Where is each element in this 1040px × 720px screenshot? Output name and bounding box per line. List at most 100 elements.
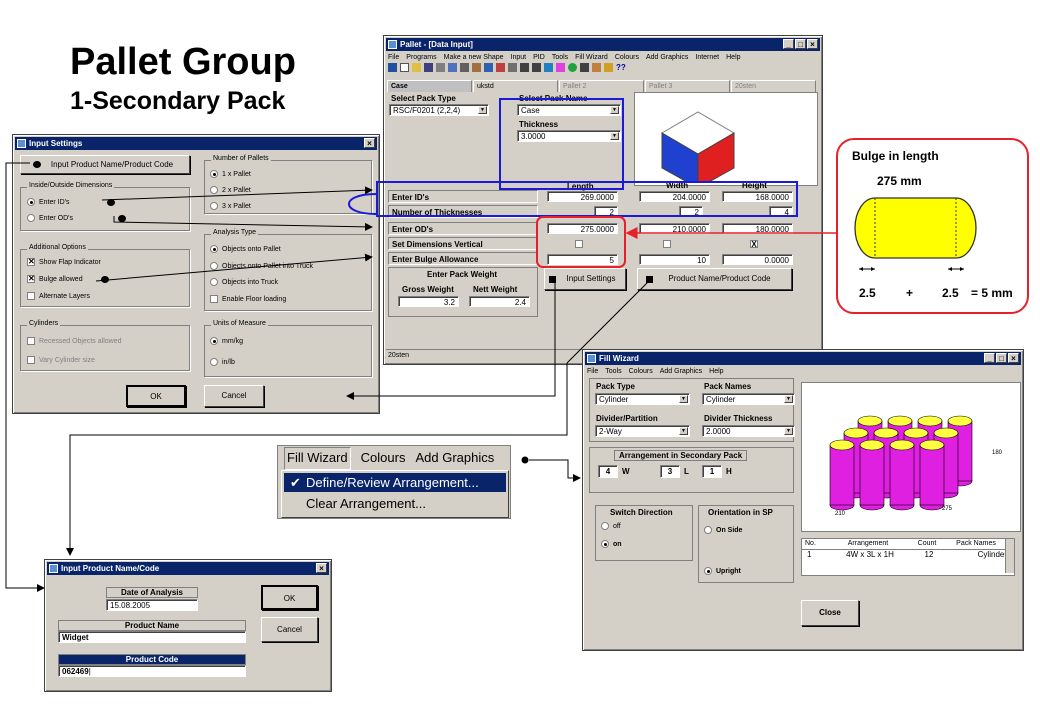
toolbar-save-icon[interactable] [424, 63, 433, 72]
tab-pallet-2[interactable]: Pallet 2 [559, 80, 644, 92]
l-count-input[interactable]: 3 [660, 465, 680, 478]
table-row[interactable]: 1 4W x 3L x 1H 12 Cylinder [802, 550, 1014, 560]
cancel-button[interactable]: Cancel [204, 385, 264, 407]
menu-help[interactable]: Help [709, 366, 723, 377]
gross-weight-input[interactable]: 3.2 [398, 296, 459, 307]
switch-on-radio[interactable]: on [601, 540, 622, 549]
pack-type-select[interactable]: Cylinder ▼ [595, 393, 690, 405]
pack-names-select[interactable]: Cylinder ▼ [702, 393, 795, 405]
toolbar-wizard-icon[interactable] [544, 63, 553, 72]
id-width-input[interactable]: 204.0000 [639, 191, 710, 202]
pack-type-select[interactable]: RSC/F0201 (2,2,4) ▼ [389, 104, 489, 116]
table-scrollbar[interactable] [1005, 539, 1014, 573]
product-code-input[interactable]: 062469| [58, 665, 246, 677]
menu-add-graphics[interactable]: Add Graphics [660, 366, 702, 377]
toolbar-cyl-icon[interactable] [556, 63, 565, 72]
menu-fill-wizard[interactable]: Fill Wizard [575, 52, 608, 63]
toolbar-person-icon[interactable] [592, 63, 601, 72]
menu-file[interactable]: File [587, 366, 598, 377]
objects-truck-radio[interactable]: Objects into Truck [210, 278, 278, 287]
menu-pid[interactable]: PID [533, 52, 545, 63]
menu-colours[interactable]: Colours [615, 52, 639, 63]
od-width-input[interactable]: 210.0000 [639, 223, 710, 234]
vertical-width-checkbox[interactable] [663, 240, 671, 248]
thick-height-input[interactable]: 4 [769, 206, 793, 217]
toolbar-pattern-icon[interactable] [484, 63, 493, 72]
floor-loading-checkbox[interactable]: Enable Floor loading [210, 295, 286, 304]
product-name-input[interactable]: Widget [58, 631, 246, 643]
menu-help[interactable]: Help [726, 52, 740, 63]
menu-new-shape[interactable]: Make a new Shape [444, 52, 504, 63]
menu-internet[interactable]: Internet [695, 52, 719, 63]
id-height-input[interactable]: 168.0000 [722, 191, 793, 202]
objects-pallet-truck-radio[interactable]: Objects onto Pallet into Truck [210, 262, 313, 271]
h-count-input[interactable]: 1 [702, 465, 722, 478]
menu-input[interactable]: Input [511, 52, 527, 63]
menu-add-graphics[interactable]: Add Graphics [415, 446, 494, 470]
toolbar-print-icon[interactable] [436, 63, 445, 72]
close-button[interactable]: × [1008, 353, 1019, 363]
menu-file[interactable]: File [388, 52, 399, 63]
minimize-button[interactable]: _ [984, 353, 995, 363]
input-settings-button[interactable]: Input Settings [544, 268, 626, 290]
bulge-length-input[interactable]: 5 [547, 254, 618, 265]
toolbar-grid-icon[interactable] [448, 63, 457, 72]
pallet-1-radio[interactable]: 1 x Pallet [210, 170, 251, 179]
menu-programs[interactable]: Programs [406, 52, 436, 63]
divider-select[interactable]: 2-Way ▼ [595, 425, 690, 437]
thick-length-input[interactable]: 2 [594, 206, 618, 217]
bulge-width-input[interactable]: 10 [639, 254, 710, 265]
menu-colours[interactable]: Colours [361, 446, 406, 470]
cancel-button[interactable]: Cancel [261, 617, 318, 642]
mm-kg-radio[interactable]: mm/kg [210, 337, 243, 346]
upright-radio[interactable]: Upright [704, 567, 741, 576]
pack-name-select[interactable]: Case ▼ [517, 104, 621, 116]
alternate-layers-checkbox[interactable]: Alternate Layers [27, 292, 90, 301]
recessed-checkbox[interactable]: Recessed Objects allowed [27, 337, 122, 346]
maximize-button[interactable]: □ [996, 353, 1007, 363]
clear-arrangement-item[interactable]: Clear Arrangement... [284, 494, 506, 513]
close-button[interactable]: × [316, 563, 327, 573]
pallet-3-radio[interactable]: 3 x Pallet [210, 202, 251, 211]
tab-20sten[interactable]: 20sten [731, 80, 816, 92]
toolbar-truck-icon[interactable] [496, 63, 505, 72]
thick-width-input[interactable]: 2 [679, 206, 703, 217]
toolbar-arrow3-icon[interactable] [580, 63, 589, 72]
divider-thickness-select[interactable]: 2.0000 ▼ [702, 425, 795, 437]
toolbar-pallet-icon[interactable] [472, 63, 481, 72]
toolbar-help-icon[interactable]: ?? [616, 63, 626, 75]
ok-button[interactable]: OK [261, 585, 318, 610]
input-product-name-button[interactable]: Input Product Name/Product Code [20, 155, 190, 174]
toolbar-new-icon[interactable] [400, 63, 409, 72]
toolbar-arrow2-icon[interactable] [532, 63, 541, 72]
vertical-length-checkbox[interactable] [575, 240, 583, 248]
tab-case[interactable]: Case [387, 80, 472, 92]
od-height-input[interactable]: 180.0000 [722, 223, 793, 234]
show-flap-checkbox[interactable]: Show Flap Indicator [27, 257, 101, 267]
product-name-code-button[interactable]: Product Name/Product Code [637, 268, 792, 290]
toolbar-back-icon[interactable] [388, 63, 397, 72]
tab-pallet-3[interactable]: Pallet 3 [645, 80, 730, 92]
menu-fill-wizard[interactable]: Fill Wizard [284, 447, 351, 470]
enter-ods-radio[interactable]: Enter OD's [27, 214, 73, 223]
tab-ukstd[interactable]: ukstd [473, 80, 558, 92]
toolbar-lock-icon[interactable] [604, 63, 613, 72]
nett-weight-input[interactable]: 2.4 [469, 296, 530, 307]
toolbar-open-icon[interactable] [412, 63, 421, 72]
minimize-button[interactable]: _ [783, 39, 794, 49]
date-of-analysis-input[interactable]: 15.08.2005 [106, 599, 198, 611]
od-length-input[interactable]: 275.0000 [547, 223, 618, 234]
vary-cylinder-checkbox[interactable]: Vary Cylinder size [27, 356, 95, 365]
w-count-input[interactable]: 4 [598, 465, 618, 478]
toolbar-globe-icon[interactable] [568, 63, 577, 72]
close-button[interactable]: × [807, 39, 818, 49]
close-button[interactable]: × [364, 138, 375, 148]
bulge-height-input[interactable]: 0.0000 [722, 254, 793, 265]
pallet-2-radio[interactable]: 2 x Pallet [210, 186, 251, 195]
ok-button[interactable]: OK [126, 385, 186, 407]
menu-add-graphics[interactable]: Add Graphics [646, 52, 688, 63]
define-arrangement-item[interactable]: ✔ Define/Review Arrangement... [284, 473, 506, 492]
close-wizard-button[interactable]: Close [801, 600, 859, 626]
menu-tools[interactable]: Tools [552, 52, 568, 63]
id-length-input[interactable]: 269.0000 [547, 191, 618, 202]
